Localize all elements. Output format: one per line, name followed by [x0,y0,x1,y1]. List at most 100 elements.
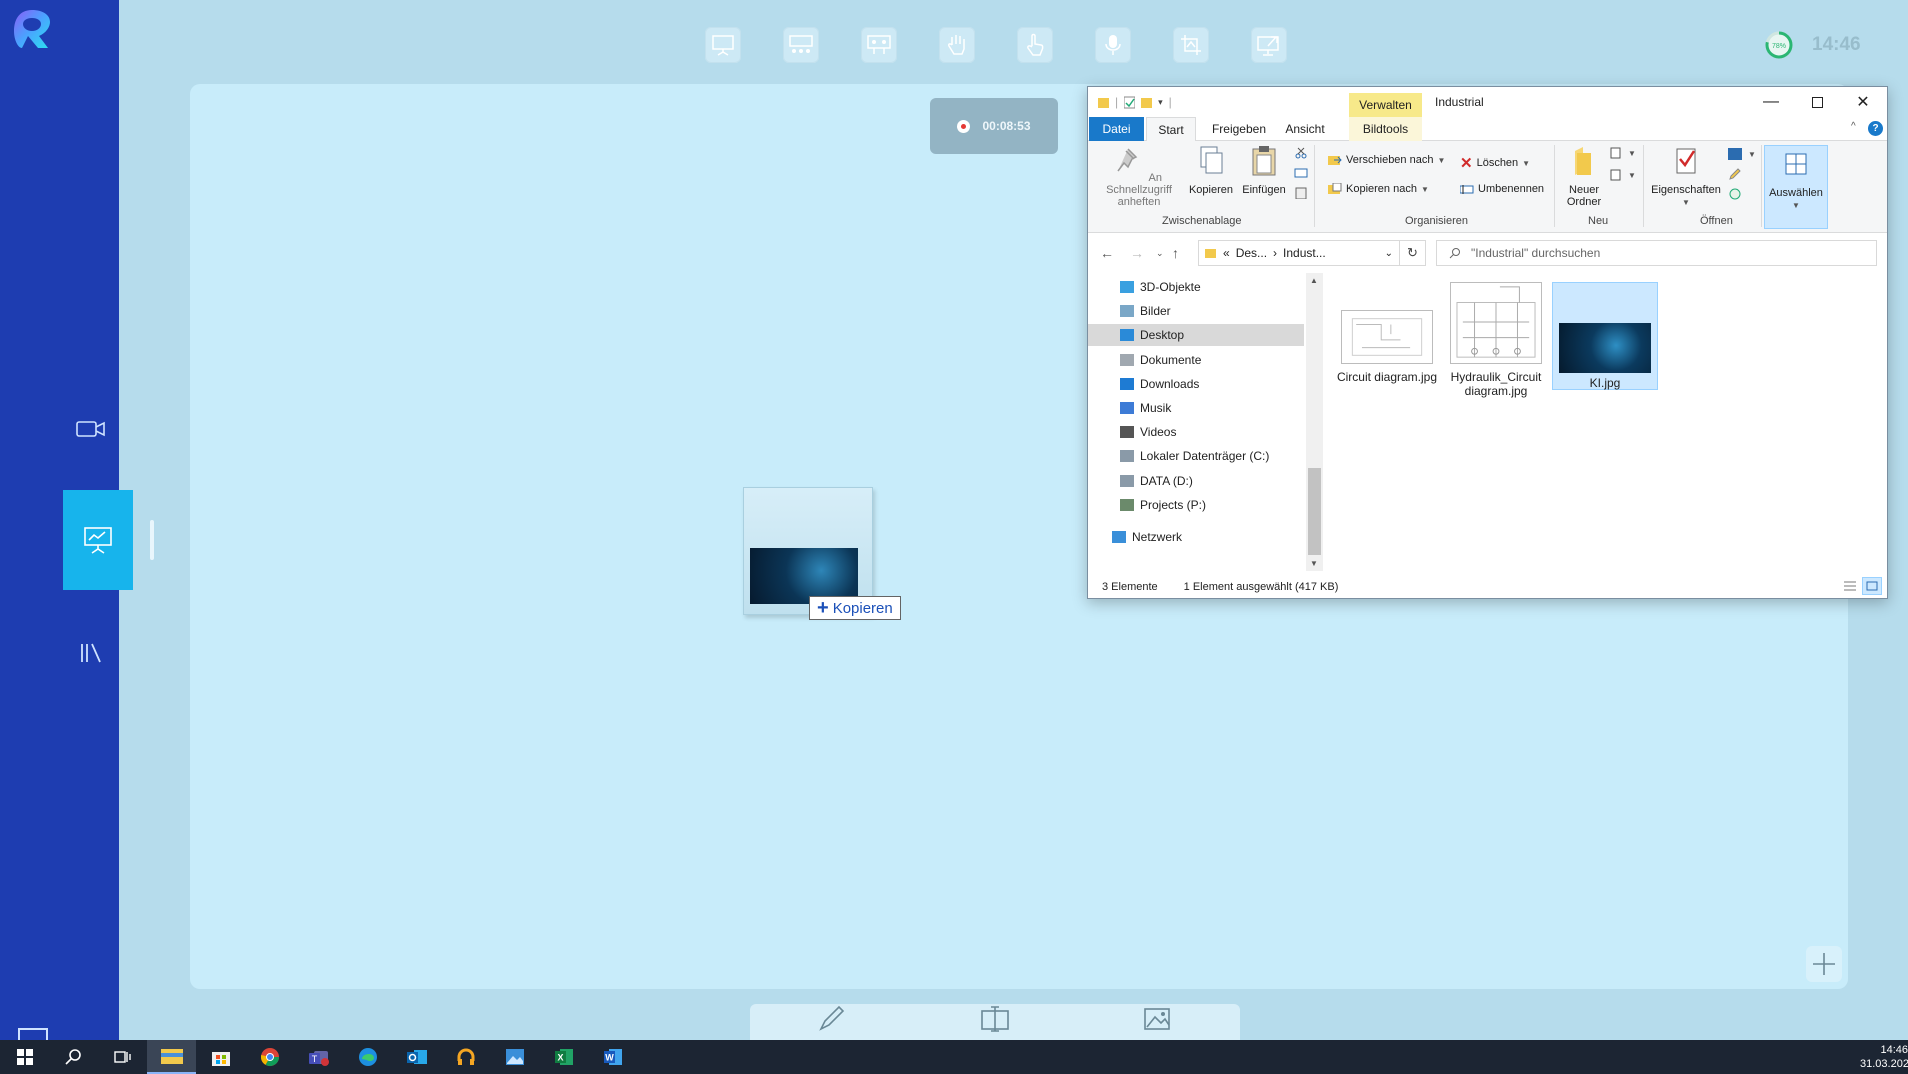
taskbar-teams[interactable]: T [294,1040,343,1074]
pen-tool-button[interactable] [817,1003,847,1038]
screenshot-button[interactable] [1173,27,1209,63]
tab-share[interactable]: Freigeben [1203,117,1275,141]
delete-button[interactable]: ✕ Löschen ▼ [1460,154,1530,172]
tab-picture-tools[interactable]: Bildtools [1349,117,1422,141]
nav-item-data-d[interactable]: DATA (D:) [1088,470,1304,492]
library-button[interactable] [74,638,108,668]
scrollbar-thumb[interactable] [1308,468,1321,555]
file-item-hydraulik-circuit-diagram[interactable]: Hydraulik_Circuit diagram.jpg [1443,282,1549,398]
raise-hand-button[interactable] [939,27,975,63]
title-bar[interactable]: | ▾ | Verwalten Industrial — ✕ [1088,87,1887,117]
maximize-button[interactable] [1794,87,1840,117]
move-to-button[interactable]: Verschieben nach ▼ [1328,154,1445,166]
properties-check-icon[interactable] [1124,96,1136,109]
contextual-tab-manage[interactable]: Verwalten [1349,93,1422,117]
close-button[interactable]: ✕ [1840,87,1886,117]
customize-qat-icon[interactable]: ▾ [1158,97,1163,108]
tab-home[interactable]: Start [1146,117,1196,142]
task-view-button[interactable] [98,1040,147,1074]
forward-button[interactable]: → [1130,245,1144,261]
share-screen-button[interactable] [1251,27,1287,63]
collapse-ribbon-icon[interactable]: ^ [1851,121,1856,132]
cut-icon[interactable] [1294,147,1308,159]
add-page-button[interactable] [1806,946,1842,982]
refresh-button[interactable]: ↻ [1399,240,1426,266]
copy-to-button[interactable]: Kopieren nach ▼ [1328,183,1429,195]
properties-button[interactable]: Eigenschaften ▼ [1648,145,1724,209]
breadcrumb-industrial[interactable]: Indust... [1283,246,1326,260]
taskbar-headphones-app[interactable] [441,1040,490,1074]
taskbar-edge[interactable] [343,1040,392,1074]
breadcrumb-desktop[interactable]: Des... [1236,246,1267,260]
image-tool-button[interactable] [1143,1003,1173,1038]
help-icon[interactable]: ? [1868,121,1883,136]
copy-button[interactable]: Kopieren [1188,145,1234,196]
pin-quick-access-button[interactable]: An Schnellzugriff anheften [1094,145,1184,208]
taskbar-chrome[interactable] [245,1040,294,1074]
panel-resize-handle[interactable] [150,520,154,560]
presentation-mode-button[interactable] [63,490,133,590]
select-button[interactable]: Auswählen ▼ [1764,145,1828,229]
nav-item-lokaler-datentr-ger-c[interactable]: Lokaler Datenträger (C:) [1088,445,1304,467]
scroll-up-icon[interactable]: ▲ [1310,276,1318,285]
taskbar-word[interactable]: W [588,1040,637,1074]
taskbar-clock[interactable]: 14:46 31.03.202 [1860,1043,1908,1071]
new-folder-button[interactable]: Neuer Ordner [1562,145,1606,208]
scroll-down-icon[interactable]: ▼ [1310,559,1318,568]
camera-button[interactable] [74,414,108,444]
start-button[interactable] [0,1040,49,1074]
taskbar-store[interactable] [196,1040,245,1074]
nav-item-dokumente[interactable]: Dokumente [1088,349,1304,371]
back-button[interactable]: ← [1100,245,1114,261]
breakout-button[interactable] [861,27,897,63]
taskbar-photos[interactable] [490,1040,539,1074]
navigation-scrollbar[interactable]: ▲ ▼ [1306,273,1323,571]
history-icon[interactable] [1728,187,1742,201]
drive-icon [1120,474,1134,487]
open-button[interactable]: ▼ [1728,147,1756,161]
tab-view[interactable]: Ansicht [1278,117,1332,141]
taskbar-outlook[interactable] [392,1040,441,1074]
rename-button[interactable]: Umbenennen [1460,183,1544,195]
nav-item-downloads[interactable]: Downloads [1088,373,1304,395]
details-view-button[interactable] [1840,577,1860,595]
nav-item-netzwerk[interactable]: Netzwerk [1088,526,1304,548]
nav-item-musik[interactable]: Musik [1088,397,1304,419]
recent-locations-button[interactable]: ⌄ [1156,248,1164,259]
file-item-circuit-diagram[interactable]: Circuit diagram.jpg [1334,282,1440,390]
group-board-button[interactable] [783,27,819,63]
folder-icon[interactable] [1098,96,1109,109]
taskbar-file-explorer[interactable] [147,1040,196,1074]
taskbar-excel[interactable]: X [539,1040,588,1074]
up-button[interactable]: ↑ [1172,245,1179,261]
copy-path-icon[interactable] [1294,167,1308,179]
taskbar-search-button[interactable] [49,1040,98,1074]
easy-access-button[interactable]: ▼ [1610,169,1636,181]
large-icons-view-button[interactable] [1862,577,1882,595]
nav-item-3d-objekte[interactable]: 3D-Objekte [1088,276,1304,298]
paste-shortcut-icon[interactable] [1294,187,1308,199]
touch-control-button[interactable] [1017,27,1053,63]
nav-item-videos[interactable]: Videos [1088,421,1304,443]
minimize-button[interactable]: — [1748,87,1794,117]
tab-file[interactable]: Datei [1089,117,1144,141]
nav-item-bilder[interactable]: Bilder [1088,300,1304,322]
edit-icon[interactable] [1728,167,1742,181]
address-bar[interactable]: « Des... › Indust... ⌄ [1198,240,1400,266]
recording-indicator[interactable]: 00:08:53 [930,98,1058,154]
search-box[interactable]: "Industrial" durchsuchen [1436,240,1877,266]
app-logo[interactable] [8,6,56,54]
breadcrumb-overflow-icon[interactable]: « [1223,246,1230,260]
nav-item-projects-p[interactable]: Projects (P:) [1088,494,1304,516]
text-tool-button[interactable] [980,1003,1010,1038]
address-dropdown-icon[interactable]: ⌄ [1385,248,1393,259]
paste-button[interactable]: Einfügen [1238,145,1290,196]
close-icon: ✕ [1856,94,1870,111]
microphone-button[interactable] [1095,27,1131,63]
nav-item-desktop[interactable]: Desktop [1088,324,1304,347]
new-folder-icon[interactable] [1141,96,1153,109]
whiteboard-button[interactable] [705,27,741,63]
new-item-button[interactable]: ▼ [1610,147,1636,159]
nav-item-label: Netzwerk [1132,529,1183,544]
file-item-ki[interactable]: KI.jpg [1552,282,1658,390]
